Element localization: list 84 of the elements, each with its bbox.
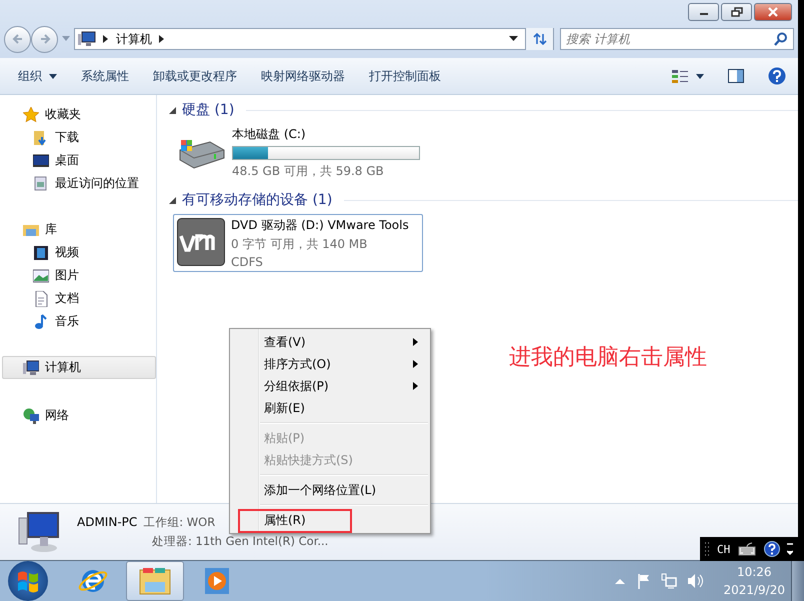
- computer-icon: [78, 31, 96, 47]
- options-icon[interactable]: [787, 542, 794, 556]
- toolbar-button[interactable]: 卸载或更改程序: [143, 64, 247, 88]
- menu-item[interactable]: 添加一个网络位置(L): [230, 479, 430, 501]
- sidebar-item[interactable]: 音乐: [2, 310, 156, 333]
- search-field[interactable]: 搜索 计算机: [560, 28, 794, 50]
- toolbar-button[interactable]: 映射网络驱动器: [251, 64, 355, 88]
- chevron-icon: [159, 35, 165, 43]
- preview-pane-icon[interactable]: [728, 69, 744, 83]
- caret-icon: [49, 74, 57, 78]
- start-button[interactable]: [8, 561, 48, 601]
- recent-icon: [33, 176, 49, 192]
- menu-item[interactable]: 查看(V): [230, 331, 430, 353]
- drive-name: DVD 驱动器 (D:) VMware Tools: [231, 217, 410, 234]
- submenu-arrow-icon: [413, 338, 418, 346]
- section-header[interactable]: 有可移动存储的设备 (1): [182, 191, 332, 209]
- sidebar-item[interactable]: 下载: [2, 126, 156, 149]
- menu-item[interactable]: 排序方式(O): [230, 353, 430, 375]
- sidebar-item[interactable]: 计算机: [2, 356, 156, 379]
- restore-icon: [730, 7, 742, 17]
- film-icon: [33, 244, 49, 260]
- help-icon[interactable]: [764, 541, 780, 557]
- minimize-button[interactable]: [688, 3, 719, 21]
- submenu-arrow-icon: [413, 360, 418, 368]
- sidebar-item[interactable]: 视频: [2, 241, 156, 264]
- taskbar-app[interactable]: [126, 561, 184, 601]
- drive-info: CDFS: [231, 255, 264, 269]
- grip-icon[interactable]: [704, 542, 710, 556]
- close-button[interactable]: [754, 3, 792, 21]
- sidebar-item[interactable]: 图片: [2, 264, 156, 287]
- music-icon: [33, 314, 49, 330]
- drive-name: 本地磁盘 (C:): [232, 126, 307, 143]
- detail-text: 工作组: WOR: [143, 515, 216, 530]
- toolbar-button[interactable]: 系统属性: [71, 64, 139, 88]
- view-options-icon[interactable]: [672, 69, 706, 83]
- computer-icon: [23, 360, 39, 376]
- collapse-icon[interactable]: [169, 106, 176, 114]
- network-icon[interactable]: [661, 573, 678, 589]
- address-bar[interactable]: 计算机: [74, 28, 554, 50]
- sidebar-item[interactable]: 网络: [2, 404, 156, 427]
- vm-logo-icon: [177, 218, 225, 266]
- sidebar-item[interactable]: 库: [2, 218, 156, 241]
- drive-tile[interactable]: DVD 驱动器 (D:) VMware Tools 0 字节 可用，共 140 MB CDFS: [173, 214, 423, 272]
- keyboard-icon[interactable]: [737, 542, 758, 556]
- play-icon: [204, 567, 230, 595]
- sidebar-item[interactable]: 收藏夹: [2, 103, 156, 126]
- help-icon[interactable]: [768, 67, 786, 85]
- drive-info: 48.5 GB 可用，共 59.8 GB: [232, 163, 385, 180]
- star-icon: [23, 106, 39, 122]
- doc-icon: [33, 290, 49, 306]
- image-icon: [33, 268, 49, 284]
- computer-icon: [18, 510, 60, 554]
- sidebar-item[interactable]: 最近访问的位置: [2, 172, 156, 195]
- refresh-arrows-icon: [532, 32, 548, 46]
- computer-name: ADMIN-PC: [77, 515, 138, 529]
- drive-tile[interactable]: 本地磁盘 (C:) 48.5 GB 可用，共 59.8 GB: [173, 124, 423, 182]
- restore-button[interactable]: [721, 3, 752, 21]
- refresh-button[interactable]: [525, 28, 553, 50]
- dropdown-icon[interactable]: [509, 36, 518, 42]
- sidebar-item[interactable]: 文档: [2, 287, 156, 310]
- folder-icon: [139, 567, 171, 595]
- section-header[interactable]: 硬盘 (1): [182, 101, 234, 119]
- toolbar-button[interactable]: 打开控制面板: [359, 64, 451, 88]
- breadcrumb[interactable]: 计算机: [116, 30, 152, 48]
- toolbar-button[interactable]: 组织: [8, 64, 67, 88]
- collapse-icon[interactable]: [169, 196, 176, 204]
- network-icon: [23, 408, 39, 424]
- show-desktop-button[interactable]: [791, 561, 804, 601]
- detail-text: 处理器: 11th Gen Intel(R) Cor...: [152, 534, 328, 549]
- menu-item[interactable]: 刷新(E): [230, 397, 430, 419]
- chevron-icon: [103, 35, 109, 43]
- drive-info: 0 字节 可用，共 140 MB: [231, 236, 368, 253]
- sidebar-item[interactable]: 桌面: [2, 149, 156, 172]
- language-indicator[interactable]: CH: [717, 542, 730, 556]
- close-icon: [767, 7, 779, 17]
- submenu-arrow-icon: [413, 382, 418, 390]
- search-icon: [774, 32, 788, 46]
- back-button[interactable]: [4, 26, 31, 52]
- speaker-icon[interactable]: [687, 573, 704, 589]
- menu-item[interactable]: 分组依据(P): [230, 375, 430, 397]
- menu-item[interactable]: 属性(R): [230, 509, 430, 531]
- monitor-icon: [33, 152, 49, 168]
- annotation-text: 进我的电脑右击属性: [509, 344, 707, 372]
- forward-button[interactable]: [31, 26, 58, 52]
